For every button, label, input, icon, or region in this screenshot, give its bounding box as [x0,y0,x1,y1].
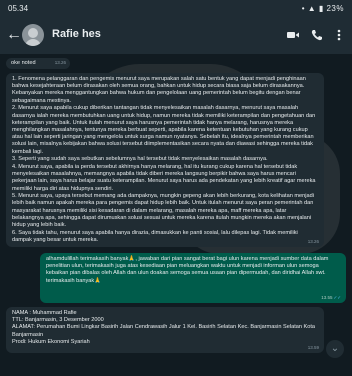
chat-area[interactable]: oke noted 13.26 1. Fenomena pelanggaran … [0,54,352,376]
status-bar: 05.34 • ▲ ▮ 23% [0,0,352,16]
phone-icon[interactable] [310,28,324,42]
more-vertical-icon[interactable] [332,28,346,42]
profile-line: ALAMAT: Perumahan Bumi Lingkar Basirih J… [12,324,316,338]
outgoing-message[interactable]: alhamdulillah terimakasih banyak🙏, jawab… [40,253,346,303]
incoming-message[interactable]: 1. Fenomena pelanggaran dan pengemis men… [6,73,324,247]
incoming-message[interactable]: NAMA : Muhammad Rafie TTL: Banjarmasin, … [6,307,324,353]
answer-paragraph: 1. Fenomena pelanggaran dan pengemis men… [12,76,306,104]
status-icons: • ▲ ▮ 23% [301,4,344,13]
message-time: 13.26 [54,59,66,65]
answer-paragraph: 4. Menurut saya, apabila ia perda terseb… [12,163,316,192]
profile-line: Prodi: Hukum Ekonomi Syariah [12,338,90,345]
message-time: 13.26 [307,238,319,244]
avatar[interactable] [22,24,44,46]
chat-header: ← Rafie hes [0,16,352,54]
contact-name[interactable]: Rafie hes [52,28,101,40]
answer-paragraph: 2. Menurut saya apabila cukup diberikan … [12,105,316,155]
answer-paragraph: 5. Menurut saya, upaya tersebut memang a… [12,193,314,229]
message-status: 13.55✓✓ [321,294,341,301]
message-text: alhamdulillah terimakasih banyak🙏, jawab… [46,256,329,284]
answer-paragraph: 6. Saya tidak tahu, menurut saya apabila… [12,229,298,243]
message-time: 13.55 [321,294,333,300]
answer-paragraph: 3. Seperti yang sudah saya sebutkan sebe… [12,156,268,163]
chevron-double-down-icon[interactable]: ⌄ [326,340,344,358]
incoming-message[interactable]: oke noted 13.26 [6,58,70,69]
read-receipt-icon: ✓✓ [333,294,341,300]
video-call-icon[interactable] [286,28,300,42]
back-arrow-icon[interactable]: ← [6,25,22,45]
profile-line: NAMA : Muhammad Rafie [12,310,77,316]
message-text: oke noted [11,60,36,66]
message-time: 13.59 [307,344,319,350]
status-time: 05.34 [8,4,29,13]
profile-line: TTL: Banjarmasin, 3 Desember 2000 [12,317,104,324]
